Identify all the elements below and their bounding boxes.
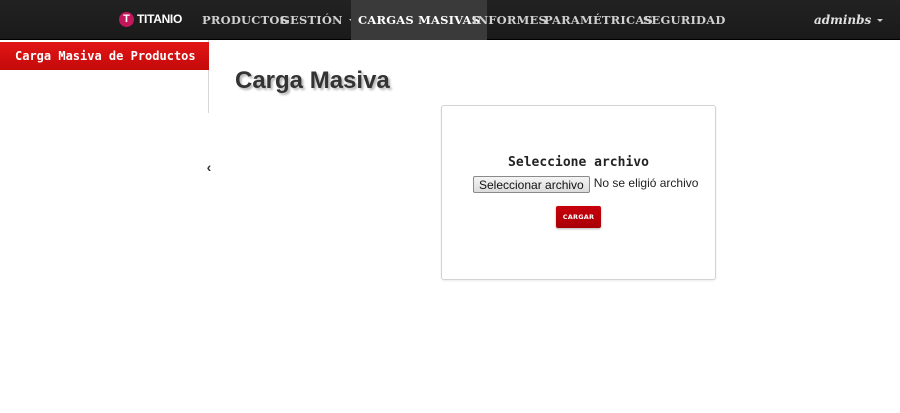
- file-input[interactable]: Seleccionar archivo No se eligió archivo: [473, 176, 698, 194]
- upload-submit-button[interactable]: CARGAR: [556, 206, 601, 228]
- upload-panel: Seleccione archivo Seleccionar archivo N…: [441, 105, 716, 280]
- top-navbar: T TITANIO PRODUCTOS GESTIÓN CARGAS MASIV…: [0, 0, 900, 40]
- nav-item-seguridad[interactable]: SEGURIDAD: [643, 0, 726, 40]
- sidebar-item-carga-masiva-productos[interactable]: Carga Masiva de Productos: [0, 42, 209, 70]
- page-title: Carga Masiva: [235, 67, 390, 94]
- caret-down-icon: [877, 18, 884, 22]
- brand-logo-icon: T: [119, 11, 134, 27]
- user-menu[interactable]: adminbs: [814, 0, 884, 40]
- nav-item-cargas-masivas[interactable]: CARGAS MASIVAS: [351, 0, 488, 40]
- sidebar-item-label: Carga Masiva de Productos: [15, 49, 196, 63]
- user-name: adminbs: [814, 13, 872, 27]
- nav-item-label: PARAMÉTRICAS: [544, 13, 653, 27]
- nav-item-label: PRODUCTOS: [202, 13, 289, 27]
- brand-name: TITANIO: [137, 12, 183, 26]
- nav-item-label: CARGAS MASIVAS: [358, 13, 481, 27]
- chevron-left-icon[interactable]: ‹: [203, 159, 215, 175]
- sidebar: Carga Masiva de Productos ‹: [0, 40, 211, 413]
- file-status-text: No se eligió archivo: [593, 176, 699, 190]
- nav-item-parametricas[interactable]: PARAMÉTRICAS: [544, 0, 653, 40]
- brand[interactable]: T TITANIO: [119, 11, 182, 27]
- choose-file-button[interactable]: Seleccionar archivo: [473, 176, 590, 193]
- nav-item-gestion[interactable]: GESTIÓN: [280, 0, 355, 40]
- nav-item-label: SEGURIDAD: [643, 13, 726, 27]
- nav-item-label: INFORMES: [472, 13, 548, 27]
- nav-item-informes[interactable]: INFORMES: [472, 0, 547, 40]
- upload-heading: Seleccione archivo: [508, 155, 649, 170]
- nav-item-productos[interactable]: PRODUCTOS: [202, 0, 288, 40]
- nav-item-label: GESTIÓN: [280, 13, 343, 27]
